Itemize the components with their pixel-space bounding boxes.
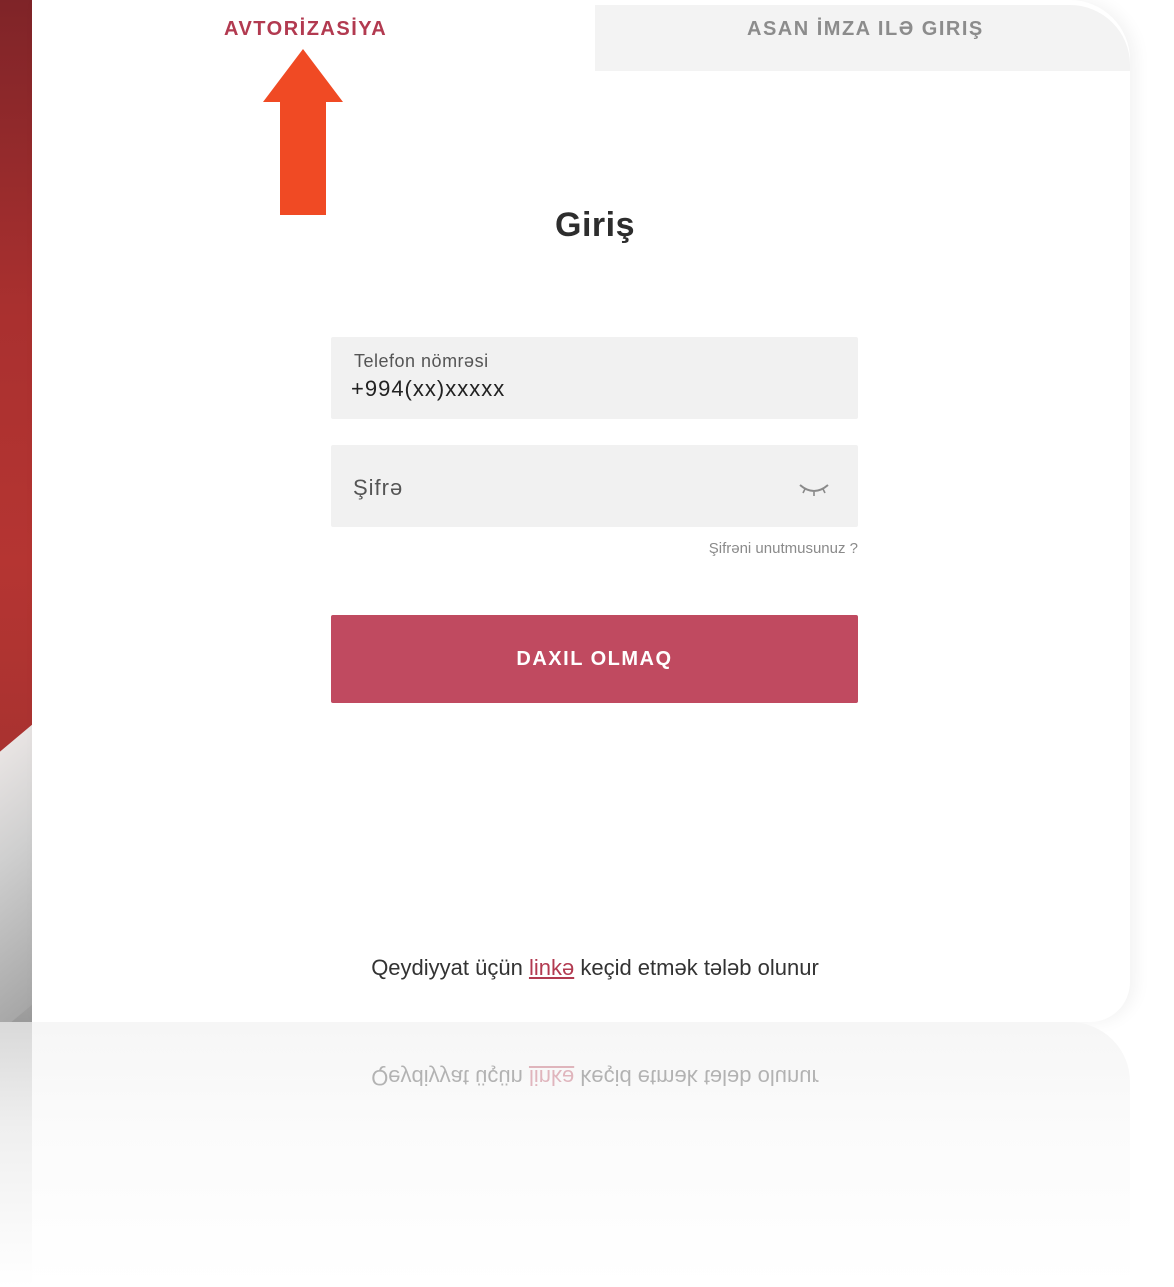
phone-field[interactable]: Telefon nömrəsi +994(xx)xxxxx [331,337,858,419]
register-note-reflection: Qeydiyyat üçün linkə keçid etmək tələb o… [200,1064,990,1090]
tab-authorization-label: AVTORİZASİYA [224,18,388,40]
register-reflection-prefix: Qeydiyyat üçün [371,1065,523,1090]
register-reflection-link: linkə [528,1065,575,1090]
phone-field-value[interactable]: +994(xx)xxxxx [351,376,505,402]
register-note-prefix: Qeydiyyat üçün [371,955,523,980]
password-field[interactable]: Şifrə [331,445,858,527]
password-field-placeholder: Şifrə [353,475,404,500]
card-reflection [32,1022,1130,1287]
side-decoration-panel [0,0,32,1022]
phone-field-label: Telefon nömrəsi [354,351,489,371]
arrow-up-icon [263,49,343,215]
login-button[interactable]: DAXIL OLMAQ [331,615,858,703]
page: ASAN İMZA ILƏ GIRIŞ AVTORİZASİYA Giriş T… [0,0,1174,1287]
register-link[interactable]: linkə [529,955,574,980]
side-decoration-wedge [0,709,32,1022]
tab-asan-imza-label: ASAN İMZA ILƏ GIRIŞ [747,18,984,40]
tab-asan-imza[interactable]: ASAN İMZA ILƏ GIRIŞ [595,5,1130,71]
forgot-password-link[interactable]: Şifrəni unutmusunuz ? [620,540,858,557]
register-note-suffix: keçid etmək tələb olunur [580,955,819,980]
eye-closed-icon[interactable] [796,479,832,499]
side-decoration-reflection [0,1022,32,1287]
register-reflection-suffix: keçid etmək tələb olunur [580,1065,819,1090]
page-title: Giriş [555,206,635,244]
register-note: Qeydiyyat üçün linkə keçid etmək tələb o… [200,955,990,981]
